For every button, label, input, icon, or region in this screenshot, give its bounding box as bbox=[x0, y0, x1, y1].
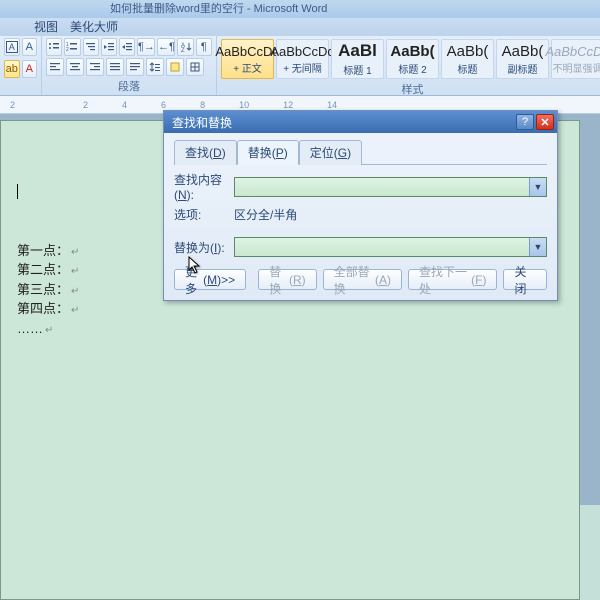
paragraph-mark-icon: ↵ bbox=[71, 245, 79, 260]
find-label: 查找内容(N): bbox=[174, 171, 234, 202]
align-justify-icon[interactable] bbox=[106, 58, 124, 76]
style-subtle-emphasis[interactable]: AaBbCcDd不明显强调 bbox=[551, 39, 600, 79]
dropdown-arrow-icon[interactable]: ▼ bbox=[529, 178, 546, 196]
ribbon: A A ab A 12 ¶→ ←¶ AZ ¶ bbox=[0, 36, 600, 96]
font-group-label bbox=[4, 81, 37, 93]
ribbon-tab-view[interactable]: 视图 bbox=[34, 18, 58, 36]
align-distribute-icon[interactable] bbox=[126, 58, 144, 76]
dropdown-arrow-icon[interactable]: ▼ bbox=[529, 238, 546, 256]
dialog-tabs: 查找(D) 替换(P) 定位(G) bbox=[174, 139, 547, 165]
ribbon-group-paragraph: 12 ¶→ ←¶ AZ ¶ 段落 bbox=[42, 36, 217, 95]
close-button[interactable]: 关闭 bbox=[503, 269, 547, 290]
numbering-icon[interactable]: 12 bbox=[64, 38, 80, 56]
replace-button[interactable]: 替换(R) bbox=[258, 269, 316, 290]
document-line: ……↵ bbox=[17, 319, 579, 339]
svg-text:Z: Z bbox=[181, 48, 185, 53]
style-title[interactable]: AaBb(标题 bbox=[441, 39, 494, 79]
dialog-help-button[interactable]: ? bbox=[516, 114, 534, 130]
document-line: 第四点：↵ bbox=[17, 299, 579, 319]
rtl-direction-icon[interactable]: ←¶ bbox=[157, 38, 175, 56]
tab-find[interactable]: 查找(D) bbox=[174, 140, 237, 165]
dialog-title: 查找和替换 bbox=[172, 114, 232, 131]
ribbon-tab-beautify[interactable]: 美化大师 bbox=[70, 18, 118, 36]
paragraph-mark-icon: ↵ bbox=[71, 284, 79, 299]
replace-label: 替换为(I): bbox=[174, 239, 234, 256]
font-outline-icon[interactable]: A bbox=[4, 38, 20, 56]
ltr-direction-icon[interactable]: ¶→ bbox=[137, 38, 155, 56]
text-caret bbox=[17, 184, 18, 199]
style-normal[interactable]: AaBbCcDd+ 正文 bbox=[221, 39, 274, 79]
ribbon-group-styles: AaBbCcDd+ 正文 AaBbCcDd+ 无间隔 AaBl标题 1 AaBb… bbox=[217, 36, 600, 95]
bullets-icon[interactable] bbox=[46, 38, 62, 56]
styles-group-label: 样式 bbox=[221, 81, 600, 97]
align-center-icon[interactable] bbox=[66, 58, 84, 76]
shading-icon[interactable] bbox=[166, 58, 184, 76]
multilevel-list-icon[interactable] bbox=[83, 38, 99, 56]
paragraph-mark-icon: ↵ bbox=[45, 323, 53, 338]
replace-all-button[interactable]: 全部替换(A) bbox=[323, 269, 402, 290]
options-label: 选项: bbox=[174, 206, 234, 223]
paragraph-mark-icon: ↵ bbox=[71, 303, 79, 318]
align-left-icon[interactable] bbox=[46, 58, 64, 76]
style-heading1[interactable]: AaBl标题 1 bbox=[331, 39, 384, 79]
tab-replace[interactable]: 替换(P) bbox=[237, 140, 299, 165]
app-title: 如何批量删除word里的空行 - Microsoft Word bbox=[110, 3, 327, 15]
font-color-icon[interactable]: A bbox=[22, 60, 38, 78]
borders-icon[interactable] bbox=[186, 58, 204, 76]
more-button[interactable]: 更多(M) >> bbox=[174, 269, 246, 290]
find-replace-dialog: 查找和替换 ? ✕ 查找(D) 替换(P) 定位(G) 查找内容(N): ▼ 选… bbox=[163, 110, 558, 301]
sort-icon[interactable]: AZ bbox=[177, 38, 193, 56]
ribbon-group-font: A A ab A bbox=[0, 36, 42, 95]
style-no-spacing[interactable]: AaBbCcDd+ 无间隔 bbox=[276, 39, 329, 79]
replace-input[interactable]: ▼ bbox=[234, 237, 547, 257]
options-value: 区分全/半角 bbox=[234, 206, 297, 223]
line-spacing-icon[interactable] bbox=[146, 58, 164, 76]
find-next-button[interactable]: 查找下一处(F) bbox=[408, 269, 498, 290]
increase-indent-icon[interactable] bbox=[119, 38, 135, 56]
find-input[interactable]: ▼ bbox=[234, 177, 547, 197]
styles-gallery[interactable]: AaBbCcDd+ 正文 AaBbCcDd+ 无间隔 AaBl标题 1 AaBb… bbox=[221, 39, 600, 79]
show-marks-icon[interactable]: ¶ bbox=[196, 38, 212, 56]
paragraph-mark-icon: ↵ bbox=[71, 264, 79, 279]
style-heading2[interactable]: AaBb(标题 2 bbox=[386, 39, 439, 79]
ribbon-tabs: 视图 美化大师 bbox=[0, 18, 600, 36]
highlight-color-icon[interactable]: ab bbox=[4, 60, 20, 78]
app-title-bar: 如何批量删除word里的空行 - Microsoft Word bbox=[0, 0, 600, 18]
dialog-title-bar[interactable]: 查找和替换 ? ✕ bbox=[164, 111, 557, 133]
style-subtitle[interactable]: AaBb(副标题 bbox=[496, 39, 549, 79]
dialog-close-button[interactable]: ✕ bbox=[536, 114, 554, 130]
font-grow-icon[interactable]: A bbox=[22, 38, 38, 56]
decrease-indent-icon[interactable] bbox=[101, 38, 117, 56]
align-right-icon[interactable] bbox=[86, 58, 104, 76]
tab-goto[interactable]: 定位(G) bbox=[299, 140, 362, 165]
svg-text:2: 2 bbox=[66, 47, 69, 53]
paragraph-group-label: 段落 bbox=[46, 78, 212, 94]
